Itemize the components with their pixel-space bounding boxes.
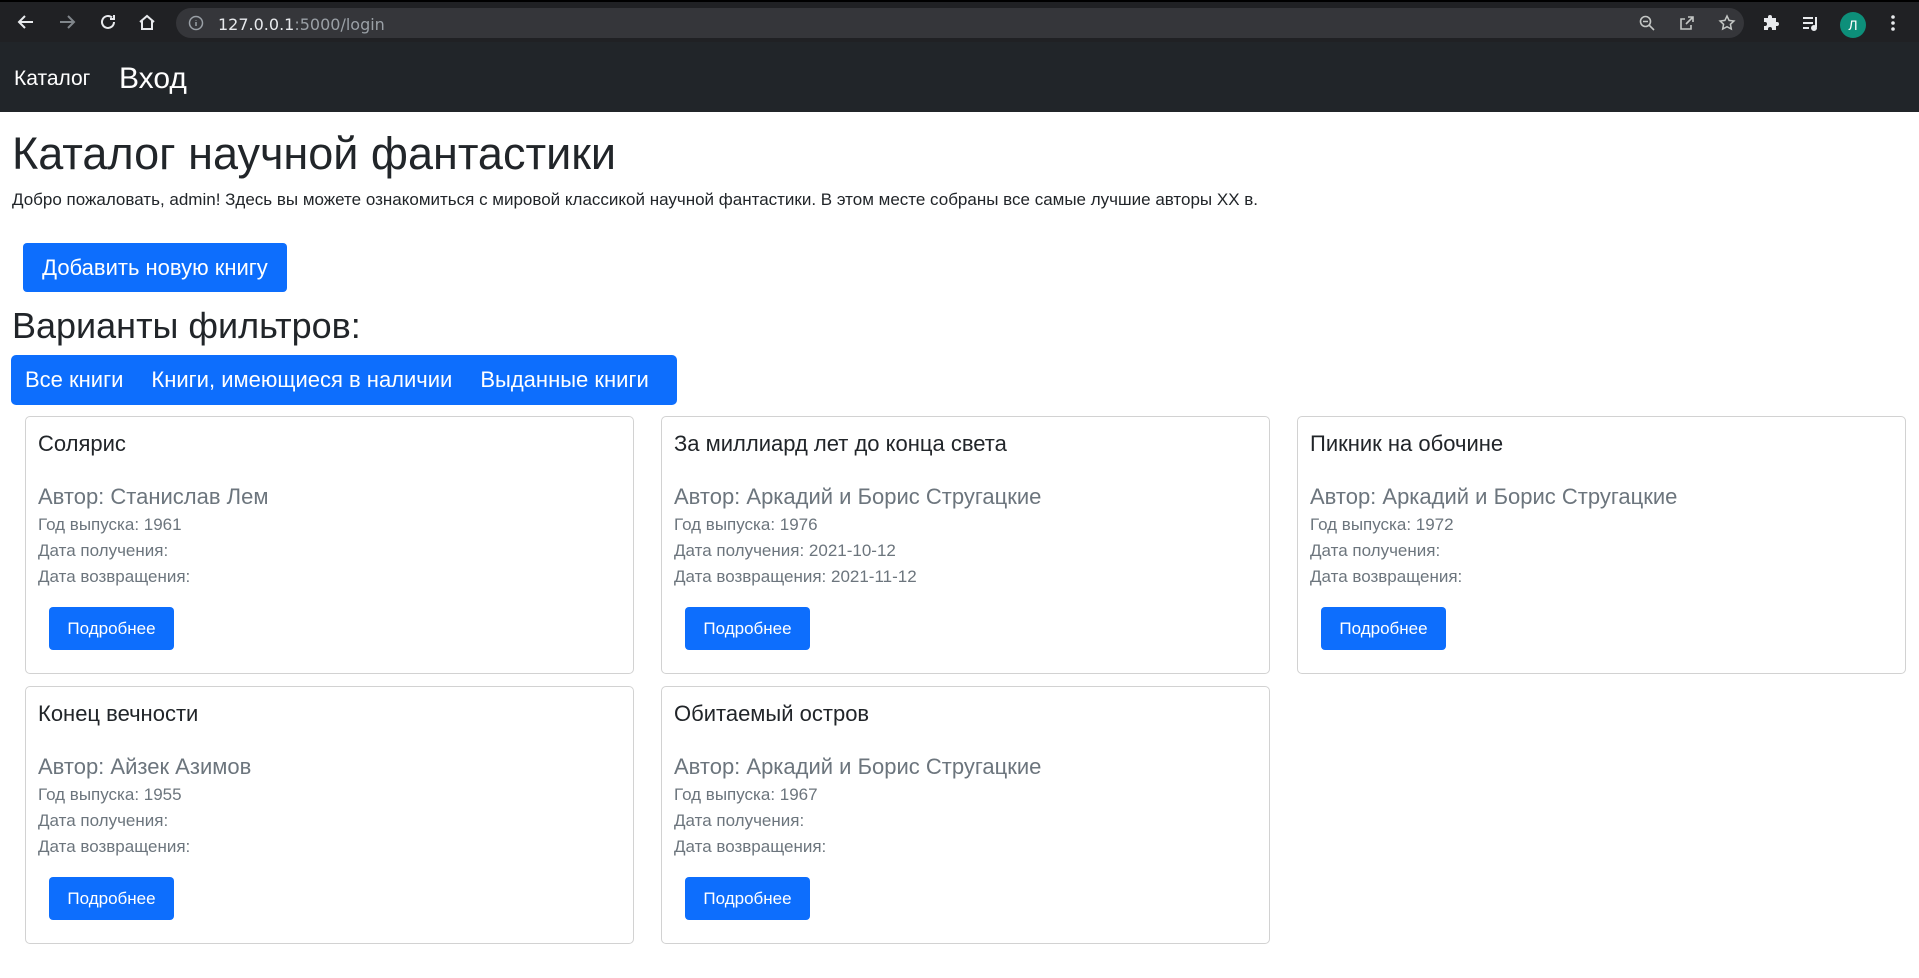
details-button[interactable]: Подробнее [685,607,810,650]
address-bar[interactable]: 127.0.0.1:5000/login [176,8,1744,38]
forward-icon[interactable] [53,8,81,36]
book-author: Автор: Айзек Азимов [38,754,252,779]
extensions-icon[interactable] [1762,13,1782,33]
url-text[interactable]: 127.0.0.1:5000/login [218,15,385,34]
book-received-date: Дата получения: [38,541,169,560]
book-author: Автор: Аркадий и Борис Стругацкие [674,484,1042,509]
filter-issued-books[interactable]: Выданные книги [466,367,662,393]
filter-button-group: Все книги Книги, имеющиеся в наличии Выд… [11,355,677,405]
tab-strip-edge [0,0,1320,2]
browser-toolbar: 127.0.0.1:5000/login Л [0,0,1919,42]
book-card: Пикник на обочине Автор: Аркадий и Борис… [1297,416,1906,674]
profile-avatar[interactable]: Л [1840,12,1866,38]
filters-heading: Варианты фильтров: [12,305,361,346]
book-year: Год выпуска: 1961 [38,515,182,534]
book-return-date: Дата возвращения: [38,837,191,856]
welcome-text: Добро пожаловать, admin! Здесь вы можете… [12,190,1259,209]
book-card: Солярис Автор: Станислав Лем Год выпуска… [25,416,634,674]
nav-login-link[interactable]: Вход [119,62,187,96]
book-title: Пикник на обочине [1310,431,1504,456]
book-year: Год выпуска: 1972 [1310,515,1454,534]
nav-brand-catalog[interactable]: Каталог [14,67,90,91]
zoom-icon[interactable] [1638,14,1656,32]
book-return-date: Дата возвращения: [1310,567,1463,586]
filter-all-books[interactable]: Все книги [11,367,137,393]
site-navbar: Каталог Вход [0,42,1919,112]
back-icon[interactable] [12,8,40,36]
share-icon[interactable] [1678,14,1696,32]
media-playlist-icon[interactable] [1801,13,1821,33]
bookmark-star-icon[interactable] [1718,14,1736,32]
book-received-date: Дата получения: [38,811,169,830]
reload-icon[interactable] [94,8,122,36]
details-button[interactable]: Подробнее [49,607,174,650]
book-year: Год выпуска: 1976 [674,515,818,534]
url-host: 127.0.0.1 [218,15,295,34]
home-icon[interactable] [133,8,161,36]
book-title: Обитаемый остров [674,701,870,726]
book-title: За миллиард лет до конца света [674,431,1007,456]
details-button[interactable]: Подробнее [49,877,174,920]
filter-available-books[interactable]: Книги, имеющиеся в наличии [137,367,466,393]
book-card: За миллиард лет до конца света Автор: Ар… [661,416,1270,674]
url-path: :5000/login [294,15,385,34]
book-received-date: Дата получения: 2021-10-12 [674,541,896,560]
book-card: Конец вечности Автор: Айзек Азимов Год в… [25,686,634,944]
book-author: Автор: Станислав Лем [38,484,269,509]
book-received-date: Дата получения: [1310,541,1441,560]
site-info-icon[interactable] [188,15,204,31]
details-button[interactable]: Подробнее [1321,607,1446,650]
book-return-date: Дата возвращения: 2021-11-12 [674,567,917,586]
menu-kebab-icon[interactable] [1883,13,1903,33]
book-received-date: Дата получения: [674,811,805,830]
book-title: Солярис [38,431,126,456]
book-author: Автор: Аркадий и Борис Стругацкие [674,754,1042,779]
book-return-date: Дата возвращения: [38,567,191,586]
page-title: Каталог научной фантастики [12,128,617,179]
book-author: Автор: Аркадий и Борис Стругацкие [1310,484,1678,509]
book-title: Конец вечности [38,701,199,726]
add-book-button[interactable]: Добавить новую книгу [23,243,287,292]
details-button[interactable]: Подробнее [685,877,810,920]
book-return-date: Дата возвращения: [674,837,827,856]
book-year: Год выпуска: 1967 [674,785,818,804]
book-year: Год выпуска: 1955 [38,785,182,804]
book-card: Обитаемый остров Автор: Аркадий и Борис … [661,686,1270,944]
